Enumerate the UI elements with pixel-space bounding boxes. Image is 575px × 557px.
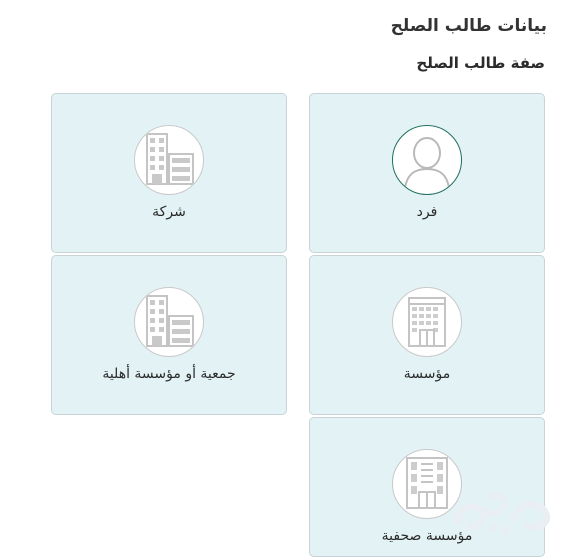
- office-building-icon: [392, 287, 462, 357]
- option-card-company[interactable]: شركة: [51, 93, 287, 253]
- option-label: شركة: [152, 204, 186, 220]
- option-label: مؤسسة: [403, 366, 451, 382]
- person-icon: [392, 125, 462, 195]
- option-label: جمعية أو مؤسسة أهلية: [102, 366, 236, 382]
- building-icon: [134, 125, 204, 195]
- option-label: فرد: [416, 204, 438, 220]
- option-card-establishment[interactable]: مؤسسة: [309, 255, 545, 415]
- option-card-association[interactable]: جمعية أو مؤسسة أهلية: [51, 255, 287, 415]
- watermark-logo: [448, 478, 558, 538]
- building-icon: [134, 287, 204, 357]
- option-card-individual[interactable]: فرد: [309, 93, 545, 253]
- section-subtitle: صفة طالب الصلح: [416, 54, 545, 72]
- page-title: بيانات طالب الصلح: [390, 16, 547, 36]
